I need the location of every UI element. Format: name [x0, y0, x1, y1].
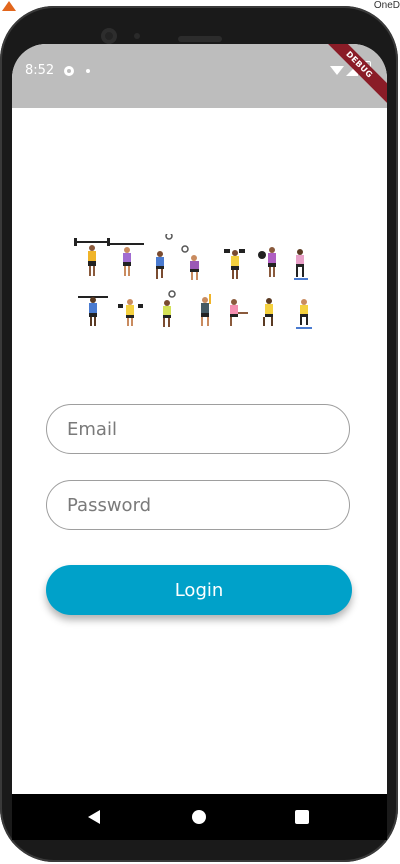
email-input[interactable] — [47, 405, 349, 453]
desktop-label: OneD — [373, 0, 400, 11]
athlete-badminton-icon — [181, 245, 199, 280]
recents-icon[interactable] — [295, 810, 309, 824]
password-field[interactable] — [46, 480, 350, 530]
app-screen: 8:52 DEBUG Email Login — [12, 44, 387, 794]
app-icon — [2, 1, 16, 11]
athlete-boxer-icon — [258, 247, 276, 277]
athlete-sprint-icon — [263, 298, 273, 326]
athlete-barbell-icon — [110, 243, 144, 276]
athlete-dumbbells-icon — [118, 299, 143, 326]
athlete-skater-icon — [294, 249, 308, 280]
email-field[interactable] — [46, 404, 350, 454]
system-nav-bar — [12, 794, 387, 840]
athletes-illustration — [74, 234, 312, 329]
athlete-skateboard-icon — [296, 299, 312, 329]
sensor-dot — [134, 33, 140, 39]
athlete-weightlifter-icon — [74, 238, 110, 276]
status-bar: 8:52 — [12, 44, 387, 108]
login-button[interactable]: Login — [46, 565, 352, 615]
home-icon[interactable] — [192, 810, 206, 824]
athlete-kick-icon — [230, 299, 248, 326]
notification-dot — [86, 69, 90, 73]
athlete-tennis-icon — [156, 234, 173, 279]
athlete-squat-icon — [78, 296, 108, 326]
camera-lens — [101, 28, 117, 44]
status-time: 8:52 — [25, 63, 55, 78]
athlete-runner-icon — [201, 294, 211, 326]
speaker-grille — [178, 36, 222, 42]
wifi-icon — [330, 66, 344, 75]
athlete-dumbbell-icon — [224, 249, 245, 279]
athlete-racket-icon — [163, 290, 176, 327]
gear-icon — [64, 66, 74, 76]
back-icon[interactable] — [88, 810, 100, 824]
password-input[interactable] — [47, 481, 349, 529]
